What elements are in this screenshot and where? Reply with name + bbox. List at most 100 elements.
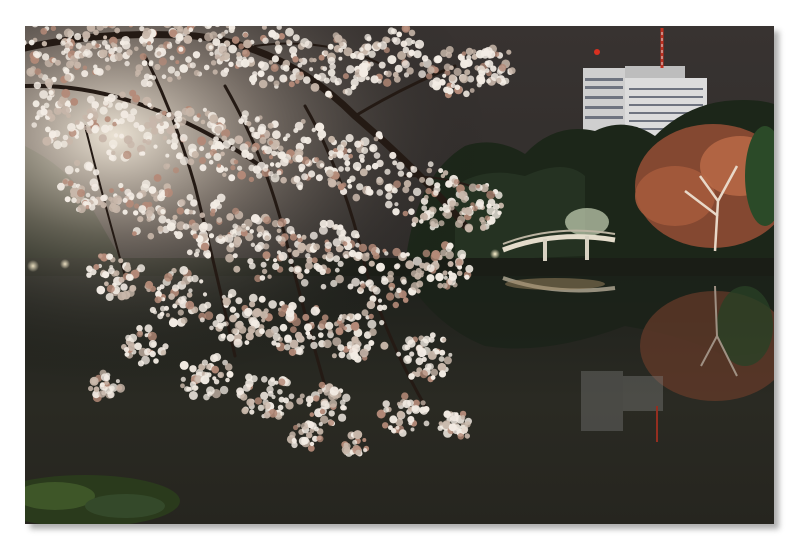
- blossom-flower: [271, 55, 279, 63]
- blossom-flower: [267, 274, 272, 279]
- blossom-flower: [102, 100, 109, 106]
- blossom-flower: [223, 67, 230, 73]
- blossom-flower: [168, 318, 178, 328]
- blossom-flower: [382, 422, 389, 429]
- blossom-flower: [350, 351, 359, 361]
- blossom-flower: [48, 90, 53, 95]
- blossom-flower: [275, 48, 282, 54]
- blossom-flower: [396, 351, 401, 357]
- blossom-flower: [167, 66, 176, 74]
- blossom-flower: [92, 169, 100, 176]
- blossom-flower: [157, 313, 164, 320]
- blossom-flower: [334, 267, 340, 273]
- blossom-flower: [200, 119, 206, 125]
- blossom-flower: [199, 164, 207, 172]
- blossom-flower: [123, 347, 130, 353]
- blossom-flower: [359, 348, 369, 358]
- blossom-flower: [120, 110, 129, 119]
- photo-scene: [25, 26, 774, 524]
- blossom-flower: [291, 441, 298, 449]
- blossom-flower: [288, 81, 295, 88]
- blossom-flower: [235, 297, 243, 305]
- blossom-flower: [208, 140, 214, 146]
- blossom-flower: [361, 309, 369, 317]
- blossom-flower: [358, 62, 368, 72]
- blossom-flower: [89, 204, 96, 211]
- blossom-flower: [323, 77, 330, 84]
- blossom-flower: [393, 263, 400, 270]
- blossom-flower: [408, 208, 415, 215]
- blossom-flower: [263, 216, 272, 225]
- blossom-flower: [457, 215, 466, 224]
- blossom-flower: [166, 43, 173, 49]
- blossom-flower: [346, 65, 355, 74]
- blossom-flower: [225, 253, 235, 263]
- blossom-flower: [177, 296, 186, 305]
- blossom-flower: [350, 322, 360, 331]
- blossom-flower: [326, 251, 334, 259]
- blossom-flower: [163, 163, 170, 170]
- blossom-flower: [166, 222, 176, 232]
- blossom-flower: [369, 146, 375, 152]
- blossom-flower: [394, 202, 399, 207]
- blossom-flower: [209, 325, 214, 331]
- blossom-flower: [264, 235, 270, 241]
- blossom-flower: [318, 332, 324, 338]
- blossom-flower: [104, 281, 109, 287]
- blossom-flower: [176, 116, 183, 122]
- blossom-flower: [410, 427, 415, 432]
- blossom-flower: [310, 341, 318, 350]
- blossom-flower: [135, 72, 140, 77]
- blossom-flower: [179, 134, 188, 142]
- blossom-flower: [318, 422, 323, 427]
- blossom-flower: [114, 27, 121, 34]
- blossom-flower: [44, 78, 54, 87]
- blossom-flower: [136, 192, 143, 199]
- blossom-flower: [32, 100, 40, 108]
- blossom-flower: [278, 309, 286, 318]
- blossom-flower: [103, 35, 108, 40]
- blossom-flower: [443, 63, 452, 71]
- blossom-flower: [313, 426, 319, 432]
- blossom-flower: [208, 233, 215, 239]
- blossom-flower: [77, 189, 85, 198]
- blossom-flower: [234, 135, 244, 144]
- blossom-flower: [172, 167, 180, 174]
- blossom-flower: [228, 44, 238, 54]
- blossom-flower: [186, 292, 193, 298]
- blossom-flower: [361, 147, 369, 154]
- blossom-flower: [411, 39, 416, 45]
- blossom-flower: [331, 353, 337, 359]
- blossom-flower: [324, 241, 332, 249]
- blossom-flower: [268, 60, 274, 65]
- blossom-flower: [69, 61, 75, 67]
- blossom-flower: [328, 410, 335, 417]
- blossom-flower: [315, 122, 325, 132]
- blossom-flower: [327, 57, 336, 65]
- blossom-flower: [277, 145, 284, 152]
- blossom-flower: [351, 84, 357, 90]
- blossom-flower: [175, 153, 182, 159]
- blossom-flower: [438, 168, 444, 174]
- blossom-flower: [408, 29, 416, 37]
- blossom-flower: [218, 45, 228, 55]
- blossom-flower: [387, 27, 395, 35]
- blossom-flower: [396, 161, 405, 170]
- blossom-flower: [212, 69, 218, 75]
- blossom-flower: [158, 128, 165, 135]
- blossom-flower: [304, 40, 313, 49]
- blossom-flower: [87, 114, 92, 120]
- blossom-flower: [293, 128, 299, 133]
- blossom-flower: [62, 66, 68, 72]
- blossom-flower: [365, 281, 370, 286]
- blossom-flower: [447, 261, 454, 267]
- blossom-flower: [106, 284, 115, 293]
- blossom-flower: [247, 258, 254, 265]
- blossom-flower: [271, 340, 277, 346]
- blossom-flower: [396, 287, 402, 293]
- blossom-flower: [173, 231, 179, 236]
- blossom-flower: [385, 70, 392, 78]
- blossom-flower: [392, 37, 401, 45]
- blossom-flower: [231, 328, 238, 335]
- blossom-flower: [292, 56, 299, 63]
